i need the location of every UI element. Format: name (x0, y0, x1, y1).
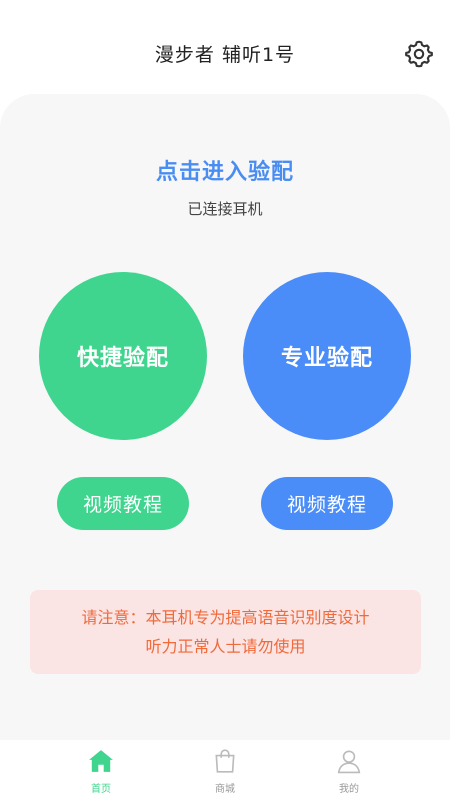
quick-fitting-label: 快捷验配 (76, 346, 169, 371)
notice-line-1: 请注意：本耳机专为提高语音识别度设计 (81, 608, 370, 627)
tab-home-label: 首页 (91, 784, 111, 795)
enter-fitting-link[interactable]: 点击进入验配 (0, 154, 450, 186)
tab-profile[interactable]: 我的 (274, 740, 424, 800)
notice-line-2: 听力正常人士请勿使用 (145, 637, 306, 656)
pro-video-tutorial-button[interactable]: 视频教程 (261, 477, 393, 530)
quick-fitting-button[interactable]: 快捷验配 (39, 272, 207, 440)
device-title: 漫步者 辅听1号 (154, 44, 296, 66)
user-icon (337, 750, 361, 774)
pro-fitting-button[interactable]: 专业验配 (243, 272, 411, 440)
quick-video-tutorial-button[interactable]: 视频教程 (57, 477, 189, 530)
home-icon (89, 750, 113, 772)
warning-notice: 请注意：本耳机专为提高语音识别度设计 听力正常人士请勿使用 (30, 590, 421, 674)
bottom-tab-bar: 首页 商城 我的 (0, 740, 450, 800)
pro-fitting-label: 专业验配 (280, 346, 373, 371)
shopping-bag-icon (215, 749, 235, 773)
tab-profile-label: 我的 (339, 784, 359, 795)
connection-status: 已连接耳机 (187, 200, 263, 218)
pro-video-tutorial-label: 视频教程 (286, 494, 367, 516)
quick-video-tutorial-label: 视频教程 (82, 494, 163, 516)
gear-icon[interactable] (405, 40, 433, 68)
top-bar: 漫步者 辅听1号 (0, 0, 450, 94)
main-card: 点击进入验配 已连接耳机 快捷验配 专业验配 视频教程 视频教程 请注意：本耳机… (0, 94, 450, 740)
tab-store-label: 商城 (215, 784, 235, 795)
